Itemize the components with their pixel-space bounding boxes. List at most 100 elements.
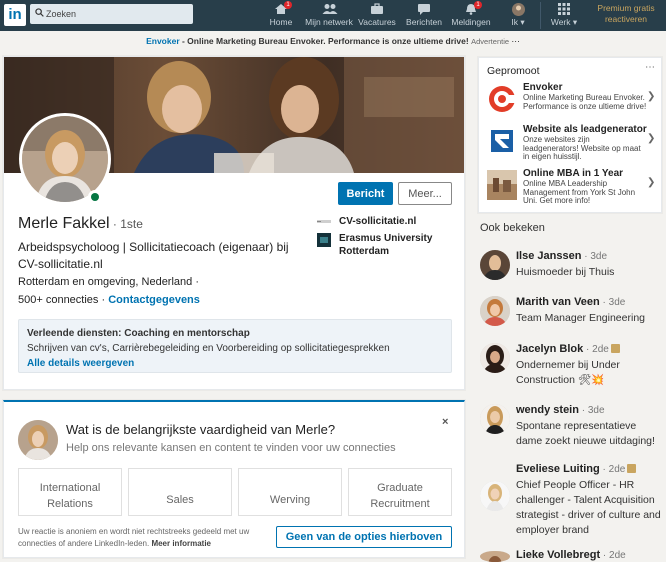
anonymity-text: Uw reactie is anoniem en wordt niet rech…	[18, 527, 250, 548]
jobs-icon	[370, 3, 384, 15]
skill-question-card: Wat is de belangrijkste vaardigheid van …	[3, 400, 465, 558]
person-name-line: Lieke Vollebregt · 2de	[516, 549, 626, 561]
person-degree: · 2de	[599, 464, 626, 475]
more-info-link[interactable]: Meer informatie	[151, 539, 211, 548]
me-avatar	[511, 3, 525, 16]
person-name-line: wendy stein · 3de	[516, 404, 605, 416]
skill-option-werving[interactable]: Werving	[238, 468, 342, 516]
home-icon: 1	[274, 1, 292, 15]
promoted-name: Envoker	[523, 82, 563, 93]
company-logo-icon	[317, 220, 331, 223]
school-name: Erasmus University Rotterdam	[339, 233, 433, 257]
promoted-item[interactable]: Envoker Online Marketing Bureau Envoker.…	[487, 82, 661, 116]
person-avatar	[480, 404, 510, 434]
nav-me-label: Ik ▾	[511, 17, 525, 27]
skill-option-international-relations[interactable]: International Relations	[18, 468, 122, 516]
person-avatar	[480, 551, 510, 562]
person-name: Ilse Janssen	[516, 250, 582, 262]
person-degree: · 3de	[599, 297, 626, 308]
person-name: Marith van Veen	[516, 296, 600, 308]
company-link[interactable]: CV-sollicitatie.nl	[317, 215, 457, 228]
nav-home-label: Home	[269, 17, 293, 27]
skill-subtitle: Help ons relevante kansen en content te …	[66, 442, 396, 454]
nav-network[interactable]: Mijn netwerk	[302, 3, 356, 29]
message-button[interactable]: Bericht	[338, 182, 393, 205]
connections-count[interactable]: 500+ connecties	[18, 294, 98, 306]
online-status-icon	[88, 190, 102, 204]
search-box[interactable]	[30, 4, 193, 24]
also-viewed-title: Ook bekeken	[480, 222, 545, 234]
profile-location: Rotterdam en omgeving, Nederland	[18, 276, 193, 288]
nav-work[interactable]: Werk ▾	[546, 3, 582, 29]
person-name: wendy stein	[516, 404, 579, 416]
person-name: Lieke Vollebregt	[516, 549, 601, 561]
services-box: Verleende diensten: Coaching en mentorsc…	[18, 319, 452, 373]
premium-badge-icon	[627, 464, 637, 473]
services-description: Schrijven van cv's, Carrièrebegeleiding …	[27, 343, 390, 354]
home-badge: 1	[284, 1, 292, 9]
promoted-item[interactable]: Website als leadgenerator Onze websites …	[487, 124, 661, 161]
promoted-name: Website als leadgenerator	[523, 124, 647, 135]
profile-headline: Arbeidspsycholoog | Sollicitatiecoach (e…	[18, 240, 289, 271]
person-headline: Chief People Officer - HR challenger - T…	[516, 479, 661, 536]
envoker-logo-icon	[487, 84, 517, 114]
ad-tag: Advertentie	[471, 37, 510, 46]
ad-more-icon[interactable]: ⋯	[511, 36, 520, 46]
more-button[interactable]: Meer...	[398, 182, 452, 205]
nav-home[interactable]: 1 Home	[266, 1, 296, 29]
nav-notifications[interactable]: 1 Meldingen	[449, 1, 493, 29]
nav-network-label: Mijn netwerk	[305, 17, 353, 27]
person-name: Eveliese Luiting	[516, 463, 600, 475]
school-link[interactable]: Erasmus University Rotterdam	[317, 232, 457, 258]
chevron-right-icon: ❯	[647, 91, 656, 102]
promoted-name: Online MBA in 1 Year	[523, 168, 624, 179]
grid-icon	[557, 3, 571, 15]
skill-option-graduate-recruitment[interactable]: Graduate Recruitment	[348, 468, 452, 516]
promoted-more-icon[interactable]: ⋯	[645, 62, 655, 73]
ad-banner[interactable]: Envoker - Online Marketing Bureau Envoke…	[0, 36, 666, 47]
nav-jobs[interactable]: Vacatures	[357, 3, 397, 29]
person-degree: · 3de	[578, 405, 605, 416]
ad-text: - Online Marketing Bureau Envoker. Perfo…	[179, 36, 469, 46]
notifications-icon: 1	[464, 1, 482, 15]
skill-option-sales[interactable]: Sales	[128, 468, 232, 516]
person-name-line: Ilse Janssen · 3de	[516, 250, 607, 262]
premium-badge-icon	[610, 344, 620, 353]
person-avatar	[480, 250, 510, 280]
notifications-badge: 1	[474, 1, 482, 9]
none-of-above-button[interactable]: Geen van de opties hierboven	[276, 526, 452, 548]
separator: ·	[192, 276, 199, 288]
services-title: Verleende diensten: Coaching en mentorsc…	[27, 328, 250, 339]
ad-brand[interactable]: Envoker	[146, 36, 180, 46]
contact-info-link[interactable]: Contactgegevens	[108, 294, 200, 306]
person-headline: Huismoeder bij Thuis	[516, 266, 615, 278]
search-input[interactable]	[46, 6, 186, 22]
promoted-title: Gepromoot	[487, 65, 540, 77]
nav-me[interactable]: Ik ▾	[505, 3, 531, 29]
nav-messages[interactable]: Berichten	[404, 3, 444, 29]
separator: ·	[98, 294, 109, 306]
person-degree: · 2de	[600, 550, 626, 561]
search-icon	[35, 8, 44, 17]
top-nav: in 1 Home Mijn netwerk Vacatures Bericht…	[0, 0, 666, 31]
company-name: CV-sollicitatie.nl	[339, 216, 417, 227]
profile-side-links: CV-sollicitatie.nl Erasmus University Ro…	[317, 215, 457, 262]
promoted-item[interactable]: Online MBA in 1 Year Online MBA Leadersh…	[487, 168, 661, 205]
person-name-line: Eveliese Luiting · 2de	[516, 463, 637, 475]
person-degree: · 3de	[581, 251, 608, 262]
chevron-right-icon: ❯	[647, 133, 656, 144]
linkedin-logo[interactable]: in	[4, 4, 26, 26]
person-avatar	[480, 481, 510, 511]
premium-link[interactable]: Premium gratis reactiveren	[590, 3, 662, 25]
nav-jobs-label: Vacatures	[358, 17, 396, 27]
services-details-link[interactable]: Alle details weergeven	[27, 358, 134, 369]
person-degree: · 2de	[583, 344, 609, 355]
nav-notifications-label: Meldingen	[451, 17, 491, 27]
profile-name: Merle Fakkel	[18, 215, 110, 232]
person-avatar	[480, 296, 510, 326]
close-icon[interactable]: ×	[442, 416, 448, 428]
profile-card: Bericht Meer... Merle Fakkel · 1ste Arbe…	[3, 56, 465, 390]
person-name-line: Jacelyn Blok · 2de	[516, 343, 620, 355]
messages-icon	[417, 3, 431, 15]
skill-question: Wat is de belangrijkste vaardigheid van …	[66, 422, 336, 437]
